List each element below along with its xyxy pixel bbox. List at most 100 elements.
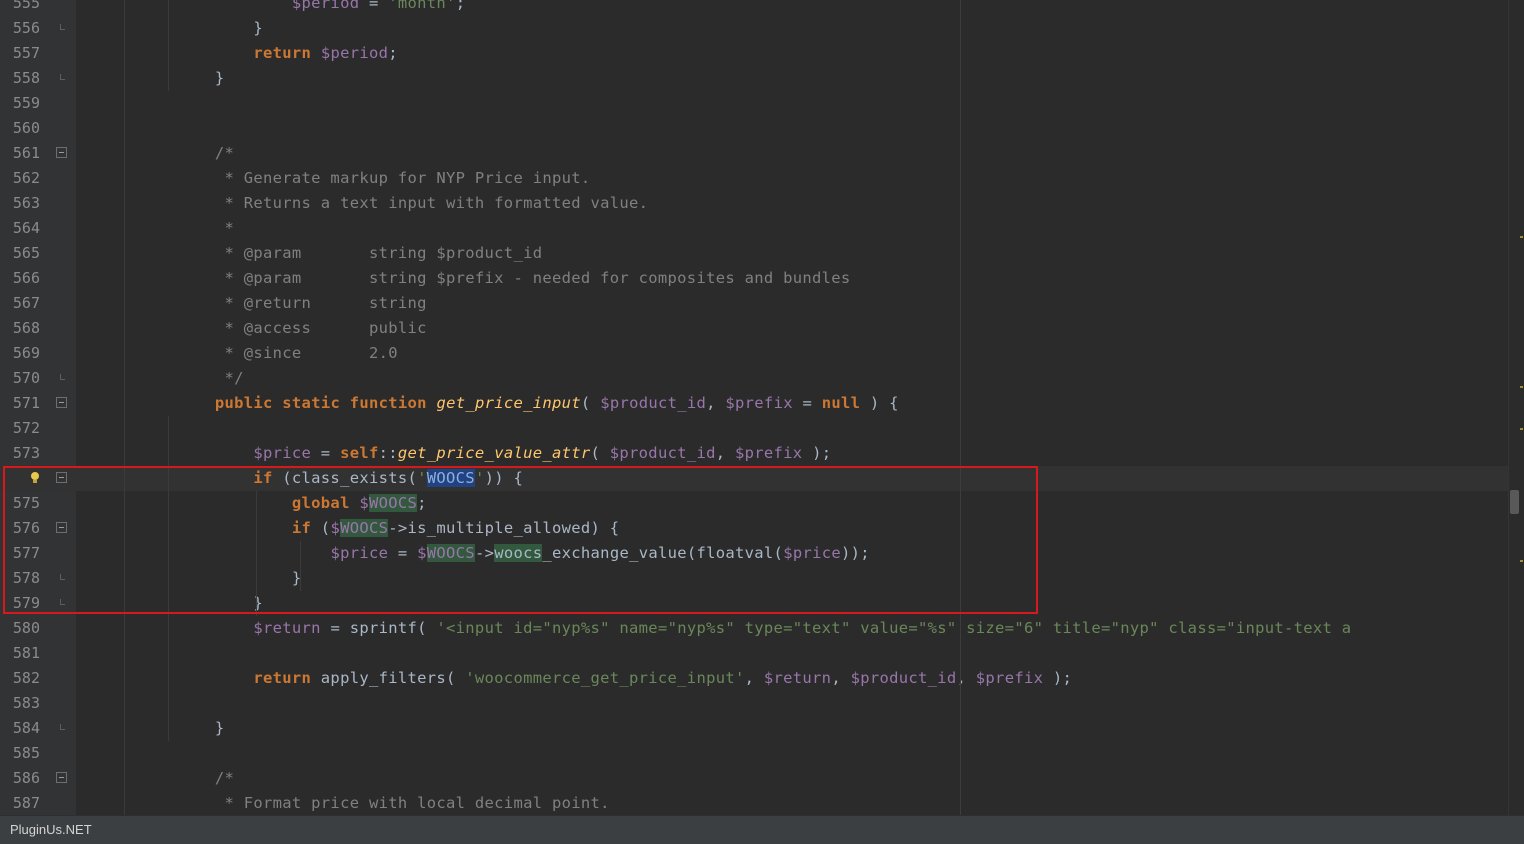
code-line[interactable]: 569 * @since 2.0 [0, 341, 1508, 366]
vertical-scrollbar[interactable] [1508, 0, 1524, 815]
error-stripe-mark[interactable] [1520, 428, 1523, 430]
code-line[interactable]: 572 [0, 416, 1508, 441]
line-number: 582 [12, 669, 40, 687]
code-line[interactable]: 587 * Format price with local decimal po… [0, 791, 1508, 815]
code-text[interactable]: return $period; [80, 41, 398, 66]
code-line[interactable]: 557 return $period; [0, 41, 1508, 66]
code-line[interactable]: 585 [0, 741, 1508, 766]
code-line[interactable]: 558 } [0, 66, 1508, 91]
line-number: 586 [12, 769, 40, 787]
code-line[interactable]: 556 } [0, 16, 1508, 41]
code-text[interactable]: * @since 2.0 [80, 341, 398, 366]
code-token: } [80, 719, 225, 737]
code-text[interactable]: /* [80, 141, 234, 166]
code-line[interactable]: 581 [0, 641, 1508, 666]
code-text[interactable]: * @return string [80, 291, 427, 316]
code-line[interactable]: 555 $period = 'month'; [0, 0, 1508, 16]
code-token: $period [320, 44, 389, 62]
code-text[interactable]: * @param string $prefix - needed for com… [80, 266, 851, 291]
code-token: self [340, 444, 379, 462]
code-text[interactable]: * Returns a text input with formatted va… [80, 191, 648, 216]
code-token: * Generate markup for NYP Price input. [224, 169, 591, 187]
fold-end-marker-icon[interactable] [60, 74, 65, 80]
fold-end-marker-icon[interactable] [60, 724, 65, 730]
code-token: , [715, 444, 735, 462]
fold-collapse-icon[interactable] [56, 397, 67, 408]
code-token: $prefix [735, 444, 803, 462]
code-line[interactable]: 583 [0, 691, 1508, 716]
code-token: , [706, 394, 726, 412]
code-line[interactable]: 564 * [0, 216, 1508, 241]
code-line[interactable]: 566 * @param string $prefix - needed for… [0, 266, 1508, 291]
code-line[interactable]: 562 * Generate markup for NYP Price inpu… [0, 166, 1508, 191]
code-token: = sprintf( [320, 619, 437, 637]
code-line[interactable]: 573 $price = self::get_price_value_attr(… [0, 441, 1508, 466]
fold-end-marker-icon[interactable] [60, 374, 65, 380]
code-line[interactable]: 567 * @return string [0, 291, 1508, 316]
line-number: 585 [12, 744, 40, 762]
code-token: * Format price with local decimal point. [224, 794, 610, 812]
code-token: $prefix [975, 669, 1044, 687]
code-text[interactable]: * @param string $product_id [80, 241, 542, 266]
code-text[interactable]: } [80, 66, 224, 91]
code-line[interactable]: 559 [0, 91, 1508, 116]
code-token: ( [590, 444, 610, 462]
code-text[interactable]: * @access public [80, 316, 427, 341]
code-token: */ [224, 369, 244, 387]
code-text[interactable]: $return = sprintf( '<input id="nyp%s" na… [80, 616, 1351, 641]
code-line[interactable]: 565 * @param string $product_id [0, 241, 1508, 266]
line-number: 581 [12, 644, 40, 662]
code-text[interactable]: * Format price with local decimal point. [80, 791, 610, 815]
code-editor[interactable]: 555 $period = 'month'; 556 } 557 return $p… [0, 0, 1524, 815]
code-text[interactable]: */ [80, 366, 244, 391]
code-line[interactable]: 560 [0, 116, 1508, 141]
line-number: 555 [12, 0, 40, 12]
code-token: $return [253, 619, 321, 637]
code-token: null [821, 394, 861, 412]
code-line[interactable]: 563 * Returns a text input with formatte… [0, 191, 1508, 216]
code-line[interactable]: 571 public static function get_price_inp… [0, 391, 1508, 416]
line-number: 572 [12, 419, 40, 437]
code-text[interactable]: } [80, 716, 224, 741]
code-token: $price [253, 444, 312, 462]
watermark-text: PluginUs.NET [10, 822, 92, 837]
code-text[interactable]: /* [80, 766, 234, 791]
code-text[interactable]: $period = 'month'; [80, 0, 465, 16]
code-text[interactable]: $price = self::get_price_value_attr( $pr… [80, 441, 831, 466]
fold-collapse-icon[interactable] [56, 772, 67, 783]
code-line[interactable]: 561 /* [0, 141, 1508, 166]
error-stripe-mark[interactable] [1520, 386, 1523, 388]
code-token: * [224, 219, 235, 237]
fold-end-marker-icon[interactable] [60, 24, 65, 30]
code-text[interactable]: * [80, 216, 234, 241]
code-text[interactable]: return apply_filters( 'woocommerce_get_p… [80, 666, 1072, 691]
code-text[interactable]: } [80, 16, 263, 41]
code-text[interactable]: * Generate markup for NYP Price input. [80, 166, 591, 191]
code-token: :: [378, 444, 398, 462]
code-text[interactable]: public static function get_price_input( … [80, 391, 899, 416]
code-token: = [359, 0, 389, 12]
error-stripe-mark[interactable] [1520, 236, 1523, 238]
code-line[interactable]: 584 } [0, 716, 1508, 741]
code-token: 'woocommerce_get_price_input' [465, 669, 745, 687]
code-line[interactable]: 570 */ [0, 366, 1508, 391]
error-stripe-mark[interactable] [1520, 560, 1523, 562]
code-line[interactable]: 580 $return = sprintf( '<input id="nyp%s… [0, 616, 1508, 641]
line-number: 567 [12, 294, 40, 312]
code-line[interactable]: 582 return apply_filters( 'woocommerce_g… [0, 666, 1508, 691]
code-token: $product_id [609, 444, 716, 462]
code-token: ; [455, 0, 466, 12]
scrollbar-thumb[interactable] [1510, 490, 1519, 514]
code-line[interactable]: 568 * @access public [0, 316, 1508, 341]
line-number: 571 [12, 394, 40, 412]
code-line[interactable]: 586 /* [0, 766, 1508, 791]
fold-collapse-icon[interactable] [56, 147, 67, 158]
line-number: 565 [12, 244, 40, 262]
